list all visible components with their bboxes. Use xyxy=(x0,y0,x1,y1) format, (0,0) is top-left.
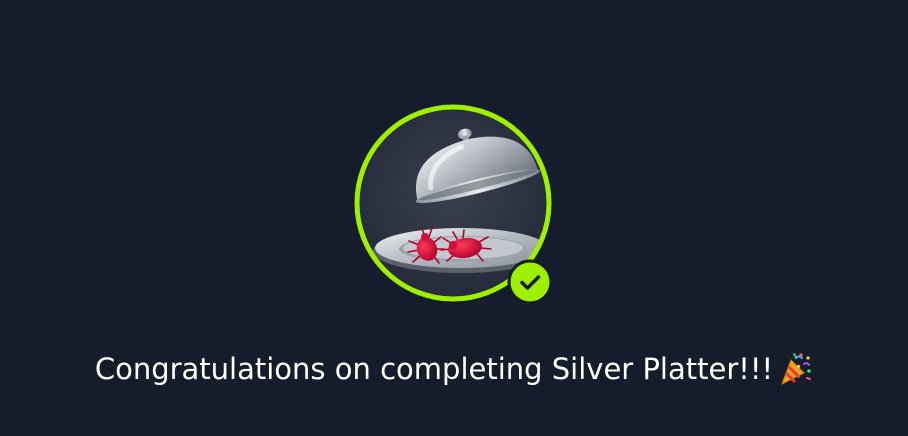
completion-screen: Congratulations on completing Silver Pla… xyxy=(0,0,908,436)
completed-checkmark-badge xyxy=(507,259,553,305)
checkmark-icon xyxy=(507,259,553,305)
completion-message: Congratulations on completing Silver Pla… xyxy=(0,344,908,394)
party-popper-icon xyxy=(777,351,813,387)
completion-message-text: Congratulations on completing Silver Pla… xyxy=(94,352,774,386)
room-badge xyxy=(351,103,555,307)
